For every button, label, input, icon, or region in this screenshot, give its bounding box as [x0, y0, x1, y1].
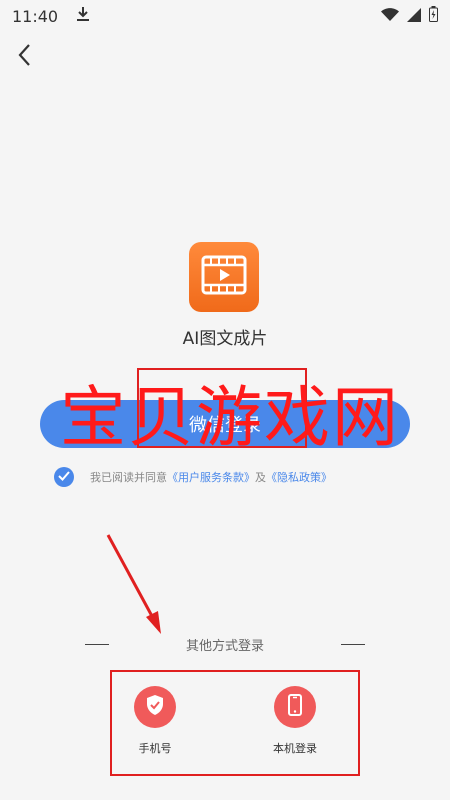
status-left: 11:40	[12, 6, 90, 26]
wifi-icon	[381, 7, 399, 26]
shield-check-icon	[145, 694, 165, 720]
status-right	[381, 6, 438, 26]
battery-icon	[429, 6, 438, 26]
download-icon	[76, 6, 90, 26]
status-bar: 11:40	[0, 0, 450, 32]
status-time: 11:40	[12, 6, 59, 26]
phone-icon	[288, 694, 302, 720]
phone-number-login-icon-wrap	[134, 686, 176, 728]
divider-line-right	[340, 643, 365, 645]
wechat-login-button[interactable]: 微信登录	[40, 400, 410, 448]
local-login-label: 本机登录	[273, 742, 317, 755]
agreement-row: 我已阅读并同意《用户服务条款》及《隐私政策》	[54, 465, 332, 489]
phone-number-login-label: 手机号	[138, 742, 172, 755]
phone-number-login-option[interactable]: 手机号	[110, 686, 200, 756]
wechat-login-label: 微信登录	[189, 415, 261, 436]
check-icon	[58, 470, 70, 484]
signal-icon	[407, 7, 421, 26]
agreement-conjunction: 及	[255, 471, 266, 484]
agreement-text: 我已阅读并同意《用户服务条款》及《隐私政策》	[90, 469, 332, 485]
agreement-checkbox[interactable]	[54, 467, 74, 487]
app-logo	[189, 242, 259, 312]
chevron-left-icon	[17, 43, 31, 71]
privacy-policy-link[interactable]: 《隐私政策》	[266, 471, 332, 484]
local-login-icon-wrap	[274, 686, 316, 728]
film-play-icon	[201, 255, 247, 299]
app-name: AI图文成片	[182, 329, 268, 349]
divider-line-left	[85, 643, 109, 645]
local-login-option[interactable]: 本机登录	[250, 686, 340, 756]
agreement-prefix: 我已阅读并同意	[90, 471, 167, 484]
other-login-divider: 其他方式登录	[85, 634, 365, 654]
back-button[interactable]	[10, 40, 38, 74]
user-terms-link[interactable]: 《用户服务条款》	[167, 471, 255, 484]
other-login-title: 其他方式登录	[185, 638, 264, 654]
